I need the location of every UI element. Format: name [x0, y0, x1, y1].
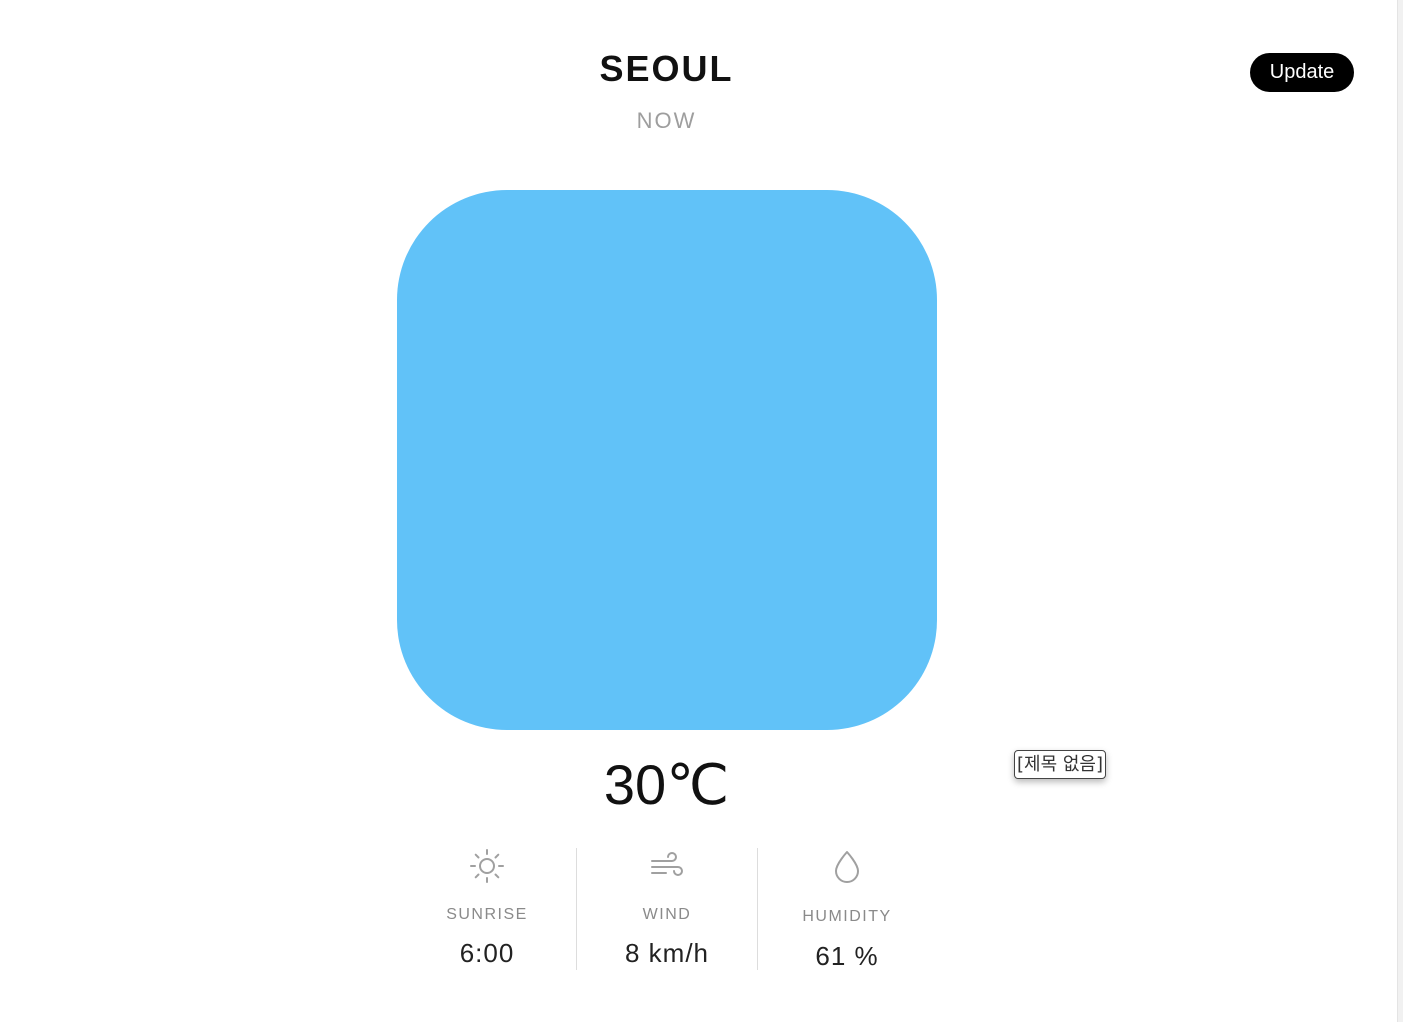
- sun-icon: [470, 849, 504, 883]
- city-name: SEOUL: [599, 48, 734, 89]
- stat-label: HUMIDITY: [802, 908, 892, 925]
- weather-stats: SUNRISE 6:00 WIND 8 km/h HUMIDITY 61 %: [397, 840, 937, 972]
- stat-label: SUNRISE: [446, 906, 528, 923]
- stat-label: WIND: [642, 906, 692, 923]
- scrollbar-track[interactable]: [1397, 0, 1403, 1022]
- weather-page: SEOUL NOW Update 30℃ [제목 없음] SUNRISE 6:0…: [0, 0, 1403, 1022]
- time-label: NOW: [636, 108, 697, 133]
- droplet-icon: [835, 851, 859, 883]
- stat-wind: WIND 8 km/h: [577, 840, 757, 972]
- weather-image: [397, 190, 937, 730]
- update-button[interactable]: Update: [1250, 53, 1354, 92]
- stat-value: 6:00: [459, 938, 515, 968]
- wind-icon: [651, 852, 683, 876]
- stat-sunrise: SUNRISE 6:00: [397, 840, 577, 972]
- untitled-tooltip: [제목 없음]: [1014, 750, 1107, 779]
- stat-value: 8 km/h: [624, 938, 710, 968]
- stat-value: 61 %: [815, 941, 879, 971]
- stat-humidity: HUMIDITY 61 %: [757, 840, 937, 972]
- temperature: 30℃: [603, 753, 730, 816]
